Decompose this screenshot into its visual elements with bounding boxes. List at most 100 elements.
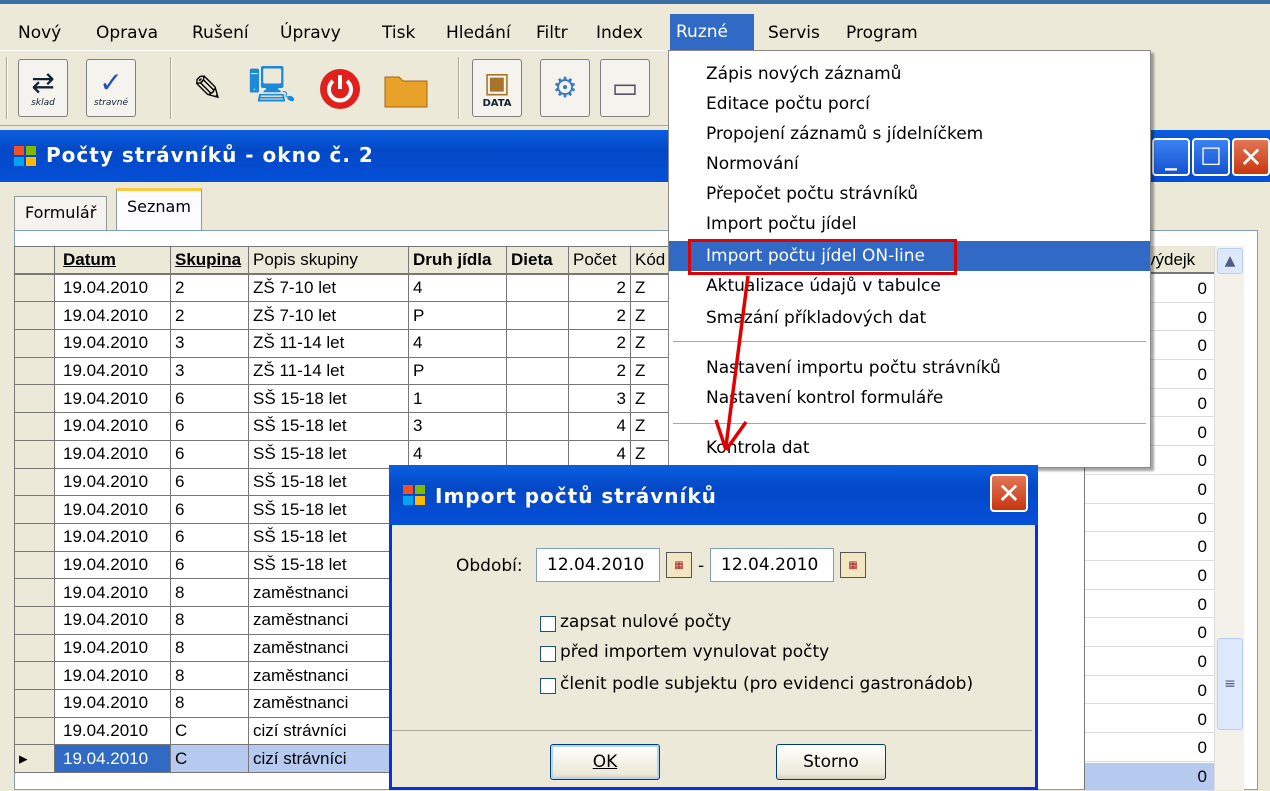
menu-item-prepocet[interactable]: Přepočet počtu strávníků <box>669 179 1150 209</box>
cell-pocet[interactable]: 2 <box>568 329 631 358</box>
cell-druh[interactable]: 4 <box>408 439 507 469</box>
row-indicator[interactable] <box>14 356 55 386</box>
settings-button[interactable]: ⚙ <box>540 59 590 117</box>
cell-skupina[interactable]: C <box>170 716 249 746</box>
cell-popis[interactable]: SŠ 15-18 let <box>248 522 409 552</box>
cell-datum[interactable]: 19.04.2010 <box>54 301 171 331</box>
cell-datum[interactable]: 19.04.2010 <box>54 661 171 690</box>
table-row[interactable]: 19.04.2010 3 ZŠ 11-14 let P 2 Z <box>14 356 671 386</box>
menu-program[interactable]: Program <box>840 18 924 48</box>
cell-datum[interactable]: 19.04.2010 <box>54 384 171 414</box>
table-row[interactable]: 19.04.2010 6 SŠ 15-18 let 1 3 Z <box>14 384 671 414</box>
cell-popis[interactable]: cizí strávníci <box>248 744 409 774</box>
menu-ruseni[interactable]: Rušení <box>186 18 255 48</box>
cell-datum[interactable]: 19.04.2010 <box>54 744 171 774</box>
menu-servis[interactable]: Servis <box>762 18 826 48</box>
cell-skupina[interactable]: 6 <box>170 439 249 469</box>
cell-pocet[interactable]: 2 <box>568 301 631 331</box>
col-header-popis[interactable]: Popis skupiny <box>248 246 409 276</box>
menu-novy[interactable]: Nový <box>12 18 67 48</box>
vertical-scrollbar[interactable]: ▲ ≡ <box>1214 246 1244 790</box>
cell-popis[interactable]: SŠ 15-18 let <box>248 495 409 524</box>
menu-hledani[interactable]: Hledání <box>440 18 517 48</box>
checkbox-zero-counts[interactable] <box>540 616 556 632</box>
cancel-button[interactable]: Storno <box>776 744 886 780</box>
menu-item-zapis[interactable]: Zápis nových záznamů <box>669 59 1150 89</box>
menu-oprava[interactable]: Oprava <box>90 18 164 48</box>
row-indicator[interactable] <box>14 689 55 718</box>
cell-druh[interactable]: 3 <box>408 412 507 441</box>
menu-filtr[interactable]: Filtr <box>530 18 574 48</box>
cell-datum[interactable]: 19.04.2010 <box>54 495 171 524</box>
row-indicator[interactable] <box>14 578 55 607</box>
cell-vydejka[interactable]: 0 <box>1085 562 1215 590</box>
row-indicator[interactable] <box>14 550 55 580</box>
cell-vydejka[interactable]: 0 <box>1085 619 1215 648</box>
maximize-button[interactable]: ☐ <box>1192 138 1230 176</box>
cell-skupina[interactable]: 8 <box>170 578 249 607</box>
cell-vydejka[interactable]: 0 <box>1085 648 1215 676</box>
cell-pocet[interactable]: 2 <box>568 356 631 386</box>
cell-popis[interactable]: ZŠ 11-14 let <box>248 329 409 358</box>
cell-dieta[interactable] <box>506 301 569 331</box>
cell-skupina[interactable]: 3 <box>170 329 249 358</box>
cell-druh[interactable]: P <box>408 356 507 386</box>
cell-pocet[interactable]: 4 <box>568 439 631 469</box>
cell-kod[interactable]: Z <box>630 273 671 303</box>
cell-druh[interactable]: 4 <box>408 273 507 303</box>
row-indicator[interactable] <box>14 329 55 358</box>
menu-item-import[interactable]: Import počtu jídel <box>669 209 1150 239</box>
cell-vydejka[interactable]: 0 <box>1085 476 1215 504</box>
monitor-button[interactable]: ▭ <box>600 59 650 117</box>
cell-vydejka[interactable]: 0 <box>1085 505 1215 533</box>
computer-icon[interactable]: 🖳 <box>248 65 296 113</box>
cell-datum[interactable]: 19.04.2010 <box>54 356 171 386</box>
col-header-kod[interactable]: Kód <box>630 246 671 276</box>
cell-popis[interactable]: SŠ 15-18 let <box>248 412 409 441</box>
row-indicator[interactable] <box>14 661 55 690</box>
cell-popis[interactable]: SŠ 15-18 let <box>248 384 409 414</box>
cell-popis[interactable]: zaměstnanci <box>248 633 409 663</box>
notepad-icon[interactable]: ✎ <box>184 65 232 113</box>
cell-datum[interactable]: 19.04.2010 <box>54 439 171 469</box>
cell-datum[interactable]: 19.04.2010 <box>54 633 171 663</box>
row-indicator[interactable] <box>14 495 55 524</box>
table-row[interactable]: 19.04.2010 2 ZŠ 7-10 let 4 2 Z <box>14 273 671 303</box>
row-indicator[interactable] <box>14 522 55 552</box>
cell-popis[interactable]: cizí strávníci <box>248 716 409 746</box>
cell-datum[interactable]: 19.04.2010 <box>54 522 171 552</box>
cell-dieta[interactable] <box>506 412 569 441</box>
cell-datum[interactable]: 19.04.2010 <box>54 689 171 718</box>
table-row[interactable]: 19.04.2010 6 SŠ 15-18 let 3 4 Z <box>14 412 671 441</box>
row-indicator[interactable] <box>14 273 55 303</box>
scroll-thumb[interactable]: ≡ <box>1217 638 1243 730</box>
menu-upravy[interactable]: Úpravy <box>274 18 347 48</box>
cell-skupina[interactable]: 6 <box>170 550 249 580</box>
dialog-close-button[interactable]: ✕ <box>990 474 1028 512</box>
cell-vydejka[interactable]: 0 <box>1085 533 1215 561</box>
menu-tisk[interactable]: Tisk <box>376 18 421 48</box>
ok-button[interactable]: OK <box>550 744 660 780</box>
cell-datum[interactable]: 19.04.2010 <box>54 273 171 303</box>
cell-vydejka[interactable]: 0 <box>1085 762 1215 791</box>
cell-vydejka[interactable]: 0 <box>1085 734 1215 762</box>
cell-druh[interactable]: 1 <box>408 384 507 414</box>
cell-kod[interactable]: Z <box>630 412 671 441</box>
row-indicator[interactable] <box>14 633 55 663</box>
tab-seznam[interactable]: Seznam <box>116 188 202 232</box>
table-row[interactable]: 19.04.2010 2 ZŠ 7-10 let P 2 Z <box>14 301 671 331</box>
table-row[interactable]: 19.04.2010 3 ZŠ 11-14 let 4 2 Z <box>14 329 671 358</box>
cell-pocet[interactable]: 2 <box>568 273 631 303</box>
row-indicator[interactable] <box>14 301 55 331</box>
cell-popis[interactable]: SŠ 15-18 let <box>248 467 409 497</box>
cell-kod[interactable]: Z <box>630 356 671 386</box>
cell-dieta[interactable] <box>506 356 569 386</box>
cell-popis[interactable]: ZŠ 7-10 let <box>248 273 409 303</box>
row-indicator[interactable] <box>14 439 55 469</box>
cell-skupina[interactable]: 8 <box>170 689 249 718</box>
row-indicator[interactable]: ▸ <box>14 744 55 774</box>
cell-popis[interactable]: SŠ 15-18 let <box>248 550 409 580</box>
row-indicator[interactable] <box>14 412 55 441</box>
checkbox-split-subject[interactable] <box>540 678 556 694</box>
date-to-field[interactable]: 12.04.2010 <box>710 548 834 582</box>
